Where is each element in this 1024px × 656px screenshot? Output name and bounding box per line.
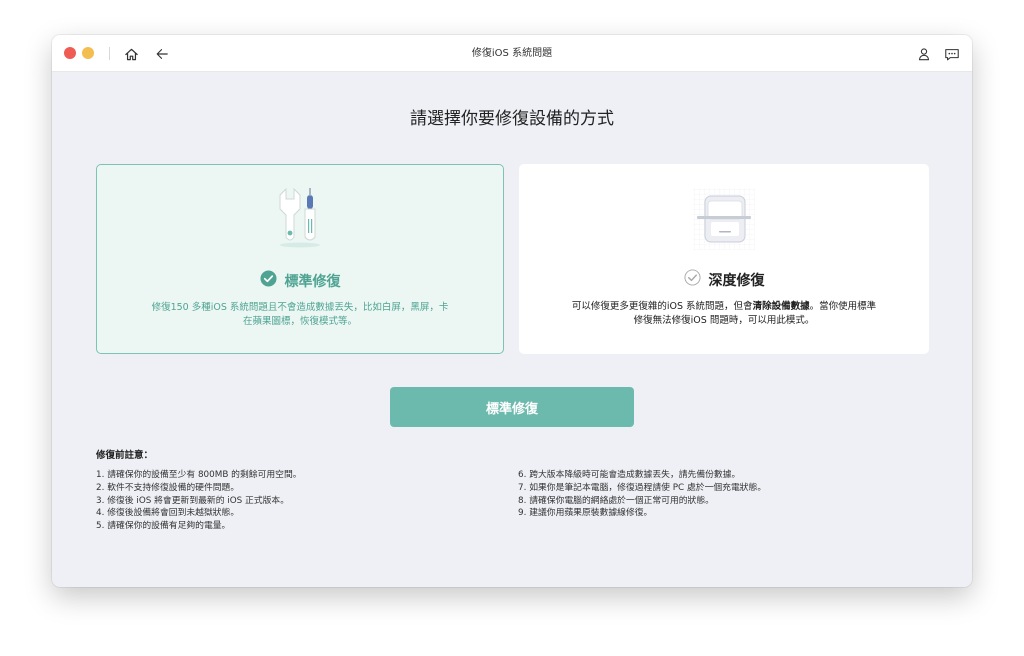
note-item: 4. 修復後設備將會回到未越獄狀態。 — [96, 508, 240, 519]
check-circle-outline-icon — [683, 269, 701, 290]
note-item: 9. 建議你用蘋果原裝數據線修復。 — [518, 508, 653, 519]
note-item: 2. 軟件不支持修復設備的硬件問題。 — [96, 482, 240, 493]
notes-title: 修復前註意： — [96, 450, 154, 461]
standard-repair-desc: 修復150 多種iOS 系統問題且不會造成數據丟失，比如白屏，黑屏，卡在蘋果圖標… — [151, 302, 449, 327]
device-illustration — [689, 184, 759, 258]
standard-repair-card[interactable]: 標準修復 修復150 多種iOS 系統問題且不會造成數據丟失，比如白屏，黑屏，卡… — [96, 164, 504, 354]
deep-repair-desc: 可以修復更多更復雜的iOS 系統問題，但會清除設備數據。當你使用標準修復無法修復… — [569, 300, 879, 328]
note-item: 7. 如果你是筆記本電腦，修復過程請使 PC 處於一個充電狀態。 — [518, 482, 767, 493]
window-title: 修復iOS 系統問題 — [471, 48, 553, 59]
deep-repair-card[interactable]: 深度修復 可以修復更多更復雜的iOS 系統問題，但會清除設備數據。當你使用標準修… — [519, 164, 929, 354]
page-heading: 請選擇你要修復設備的方式 — [410, 109, 614, 129]
titlebar: 修復iOS 系統問題 — [52, 35, 972, 72]
notes-list-right: 6. 跨大版本降級時可能會造成數據丟失，請先備份數據。 7. 如果你是筆記本電腦… — [518, 469, 766, 520]
note-item: 3. 修復後 iOS 將會更新到最新的 iOS 正式版本。 — [96, 495, 290, 506]
standard-repair-title: 標準修復 — [284, 273, 341, 290]
app-window: 修復iOS 系統問題 請選擇你要修復設備的方式 標準修復 修復150 多種iOS… — [52, 35, 972, 587]
check-circle-icon — [259, 270, 277, 291]
standard-repair-button[interactable]: 標準修復 — [390, 387, 634, 427]
deep-repair-title: 深度修復 — [708, 272, 765, 289]
note-item: 6. 跨大版本降級時可能會造成數據丟失，請先備份數據。 — [518, 470, 741, 480]
deep-desc-warning: 清除設備數據 — [752, 301, 810, 312]
tools-illustration — [270, 185, 330, 253]
note-item: 1. 請確保你的設備至少有 800MB 的剩餘可用空間。 — [96, 470, 302, 480]
note-item: 5. 請確保你的設備有足夠的電量。 — [96, 521, 231, 532]
user-icon[interactable] — [914, 44, 934, 64]
notes-list-left: 1. 請確保你的設備至少有 800MB 的剩餘可用空間。 2. 軟件不支持修復設… — [96, 469, 302, 533]
note-item: 8. 請確保你電腦的網絡處於一個正常可用的狀態。 — [518, 495, 714, 506]
chat-icon[interactable] — [942, 44, 962, 64]
deep-desc-text: 可以修復更多更復雜的iOS 系統問題，但會 — [571, 301, 753, 312]
